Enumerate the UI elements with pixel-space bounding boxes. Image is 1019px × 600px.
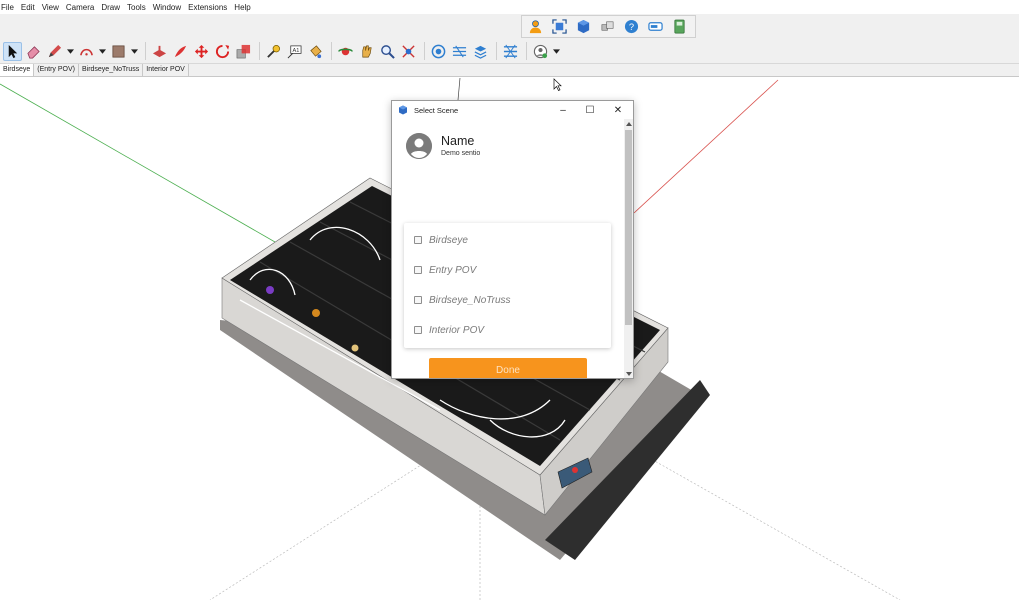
eraser-icon[interactable] bbox=[24, 42, 43, 61]
layers-icon[interactable] bbox=[471, 42, 490, 61]
scene-option-label: Birdseye bbox=[429, 234, 468, 246]
profile-dropdown-chevron-icon[interactable] bbox=[552, 42, 560, 61]
orbit-icon[interactable] bbox=[336, 42, 355, 61]
profile-subtitle: Demo sentio bbox=[441, 150, 481, 157]
avatar bbox=[406, 133, 432, 159]
dialog-title: Select Scene bbox=[414, 105, 459, 115]
scene-tab-birdseye-notruss[interactable]: Birdseye_NoTruss bbox=[79, 64, 144, 76]
scene-checkbox[interactable] bbox=[414, 236, 422, 244]
figure-marker bbox=[351, 344, 359, 352]
toolbar-separator bbox=[259, 42, 260, 60]
shape-dropdown-chevron-icon[interactable] bbox=[130, 42, 138, 61]
scene-tab-entry-pov[interactable]: (Entry POV) bbox=[34, 64, 79, 76]
blue-axis bbox=[457, 78, 461, 101]
toolbar-separator bbox=[331, 42, 332, 60]
green-axis bbox=[0, 83, 276, 243]
toolbar-separator bbox=[496, 42, 497, 60]
scroll-up-icon[interactable] bbox=[624, 119, 633, 128]
scene-option-label: Interior POV bbox=[429, 324, 485, 336]
scene-option-birdseye-notruss[interactable]: Birdseye_NoTruss bbox=[414, 293, 511, 307]
zoom-icon[interactable] bbox=[378, 42, 397, 61]
toolbar-separator bbox=[424, 42, 425, 60]
minimize-icon[interactable]: – bbox=[549, 101, 577, 119]
scene-option-label: Birdseye_NoTruss bbox=[429, 294, 511, 306]
profile-name: Name bbox=[441, 134, 475, 148]
svg-text:?: ? bbox=[629, 22, 634, 32]
mouse-cursor-icon bbox=[553, 78, 562, 91]
pan-icon[interactable] bbox=[357, 42, 376, 61]
scene-tab-birdseye[interactable]: Birdseye bbox=[0, 64, 35, 76]
toolbar-separator bbox=[526, 42, 527, 60]
warehouse-icon[interactable] bbox=[429, 42, 448, 61]
toolbar-separator bbox=[145, 42, 146, 60]
avatar-icon bbox=[406, 133, 432, 159]
dialog-titlebar[interactable]: Select Scene – ☐ ✕ bbox=[392, 101, 633, 119]
help-icon[interactable]: ? bbox=[622, 17, 641, 36]
arc-icon[interactable] bbox=[77, 42, 96, 61]
zoom-extents-icon[interactable] bbox=[550, 17, 569, 36]
3d-warehouse-icon[interactable] bbox=[574, 17, 593, 36]
rotate-icon[interactable] bbox=[213, 42, 232, 61]
scene-list-card: Birdseye Entry POV Birdseye_NoTruss Inte… bbox=[404, 223, 611, 348]
scene-checkbox[interactable] bbox=[414, 326, 422, 334]
scroll-thumb[interactable] bbox=[625, 130, 632, 325]
maximize-icon[interactable]: ☐ bbox=[576, 101, 604, 119]
select-scene-dialog: Select Scene – ☐ ✕ Name Demo sentio Bird… bbox=[391, 100, 634, 379]
follow-me-icon[interactable] bbox=[171, 42, 190, 61]
red-axis bbox=[633, 79, 779, 214]
pencil-dropdown-chevron-icon[interactable] bbox=[66, 42, 74, 61]
components-icon[interactable] bbox=[598, 17, 617, 36]
scene-option-interior-pov[interactable]: Interior POV bbox=[414, 323, 484, 337]
pencil-icon[interactable] bbox=[45, 42, 64, 61]
scenes-icon[interactable] bbox=[501, 42, 520, 61]
profile-icon[interactable] bbox=[531, 42, 550, 61]
user-icon[interactable] bbox=[526, 17, 545, 36]
dialog-body: Name Demo sentio Birdseye Entry POV Bird… bbox=[392, 119, 624, 378]
scene-checkbox[interactable] bbox=[414, 296, 422, 304]
layout-icon[interactable] bbox=[646, 17, 665, 36]
select-icon[interactable] bbox=[3, 41, 22, 61]
arc-dropdown-chevron-icon[interactable] bbox=[98, 42, 106, 61]
scene-option-label: Entry POV bbox=[429, 264, 477, 276]
scene-option-birdseye[interactable]: Birdseye bbox=[414, 233, 468, 247]
dialog-scrollbar[interactable] bbox=[624, 119, 633, 378]
close-icon[interactable]: ✕ bbox=[604, 101, 632, 119]
scene-option-entry-pov[interactable]: Entry POV bbox=[414, 263, 476, 277]
figure-marker bbox=[266, 286, 274, 294]
push-pull-icon[interactable] bbox=[150, 42, 169, 61]
sandbox-icon[interactable] bbox=[450, 42, 469, 61]
scroll-down-icon[interactable] bbox=[624, 369, 633, 378]
user-profile: Name Demo sentio bbox=[406, 133, 480, 159]
wall-sign-dot bbox=[572, 467, 578, 473]
move-icon[interactable] bbox=[192, 42, 211, 61]
svg-text:A1: A1 bbox=[292, 47, 299, 53]
scene-checkbox[interactable] bbox=[414, 266, 422, 274]
sketchup-window: File Edit View Camera Draw Tools Window … bbox=[0, 0, 1019, 600]
figure-marker bbox=[312, 309, 320, 317]
scale-icon[interactable] bbox=[234, 42, 253, 61]
paint-bucket-icon[interactable] bbox=[306, 42, 325, 61]
zoom-extents-icon[interactable] bbox=[399, 42, 418, 61]
toolbar-area: ? A1 bbox=[0, 14, 1019, 64]
scene-tab-interior-pov[interactable]: Interior POV bbox=[143, 64, 189, 76]
extension-toolbar: ? bbox=[521, 15, 696, 38]
dialog-app-icon bbox=[399, 105, 407, 115]
scene-tab-bar: Birdseye (Entry POV) Birdseye_NoTruss In… bbox=[0, 64, 1019, 77]
done-button[interactable]: Done bbox=[429, 358, 587, 378]
profile-text: Name Demo sentio bbox=[441, 133, 480, 157]
style-builder-icon[interactable] bbox=[670, 17, 689, 36]
text-icon[interactable]: A1 bbox=[285, 42, 304, 61]
tape-measure-icon[interactable] bbox=[264, 42, 283, 61]
shape-icon[interactable] bbox=[109, 42, 128, 61]
main-toolbar: A1 bbox=[0, 40, 563, 62]
